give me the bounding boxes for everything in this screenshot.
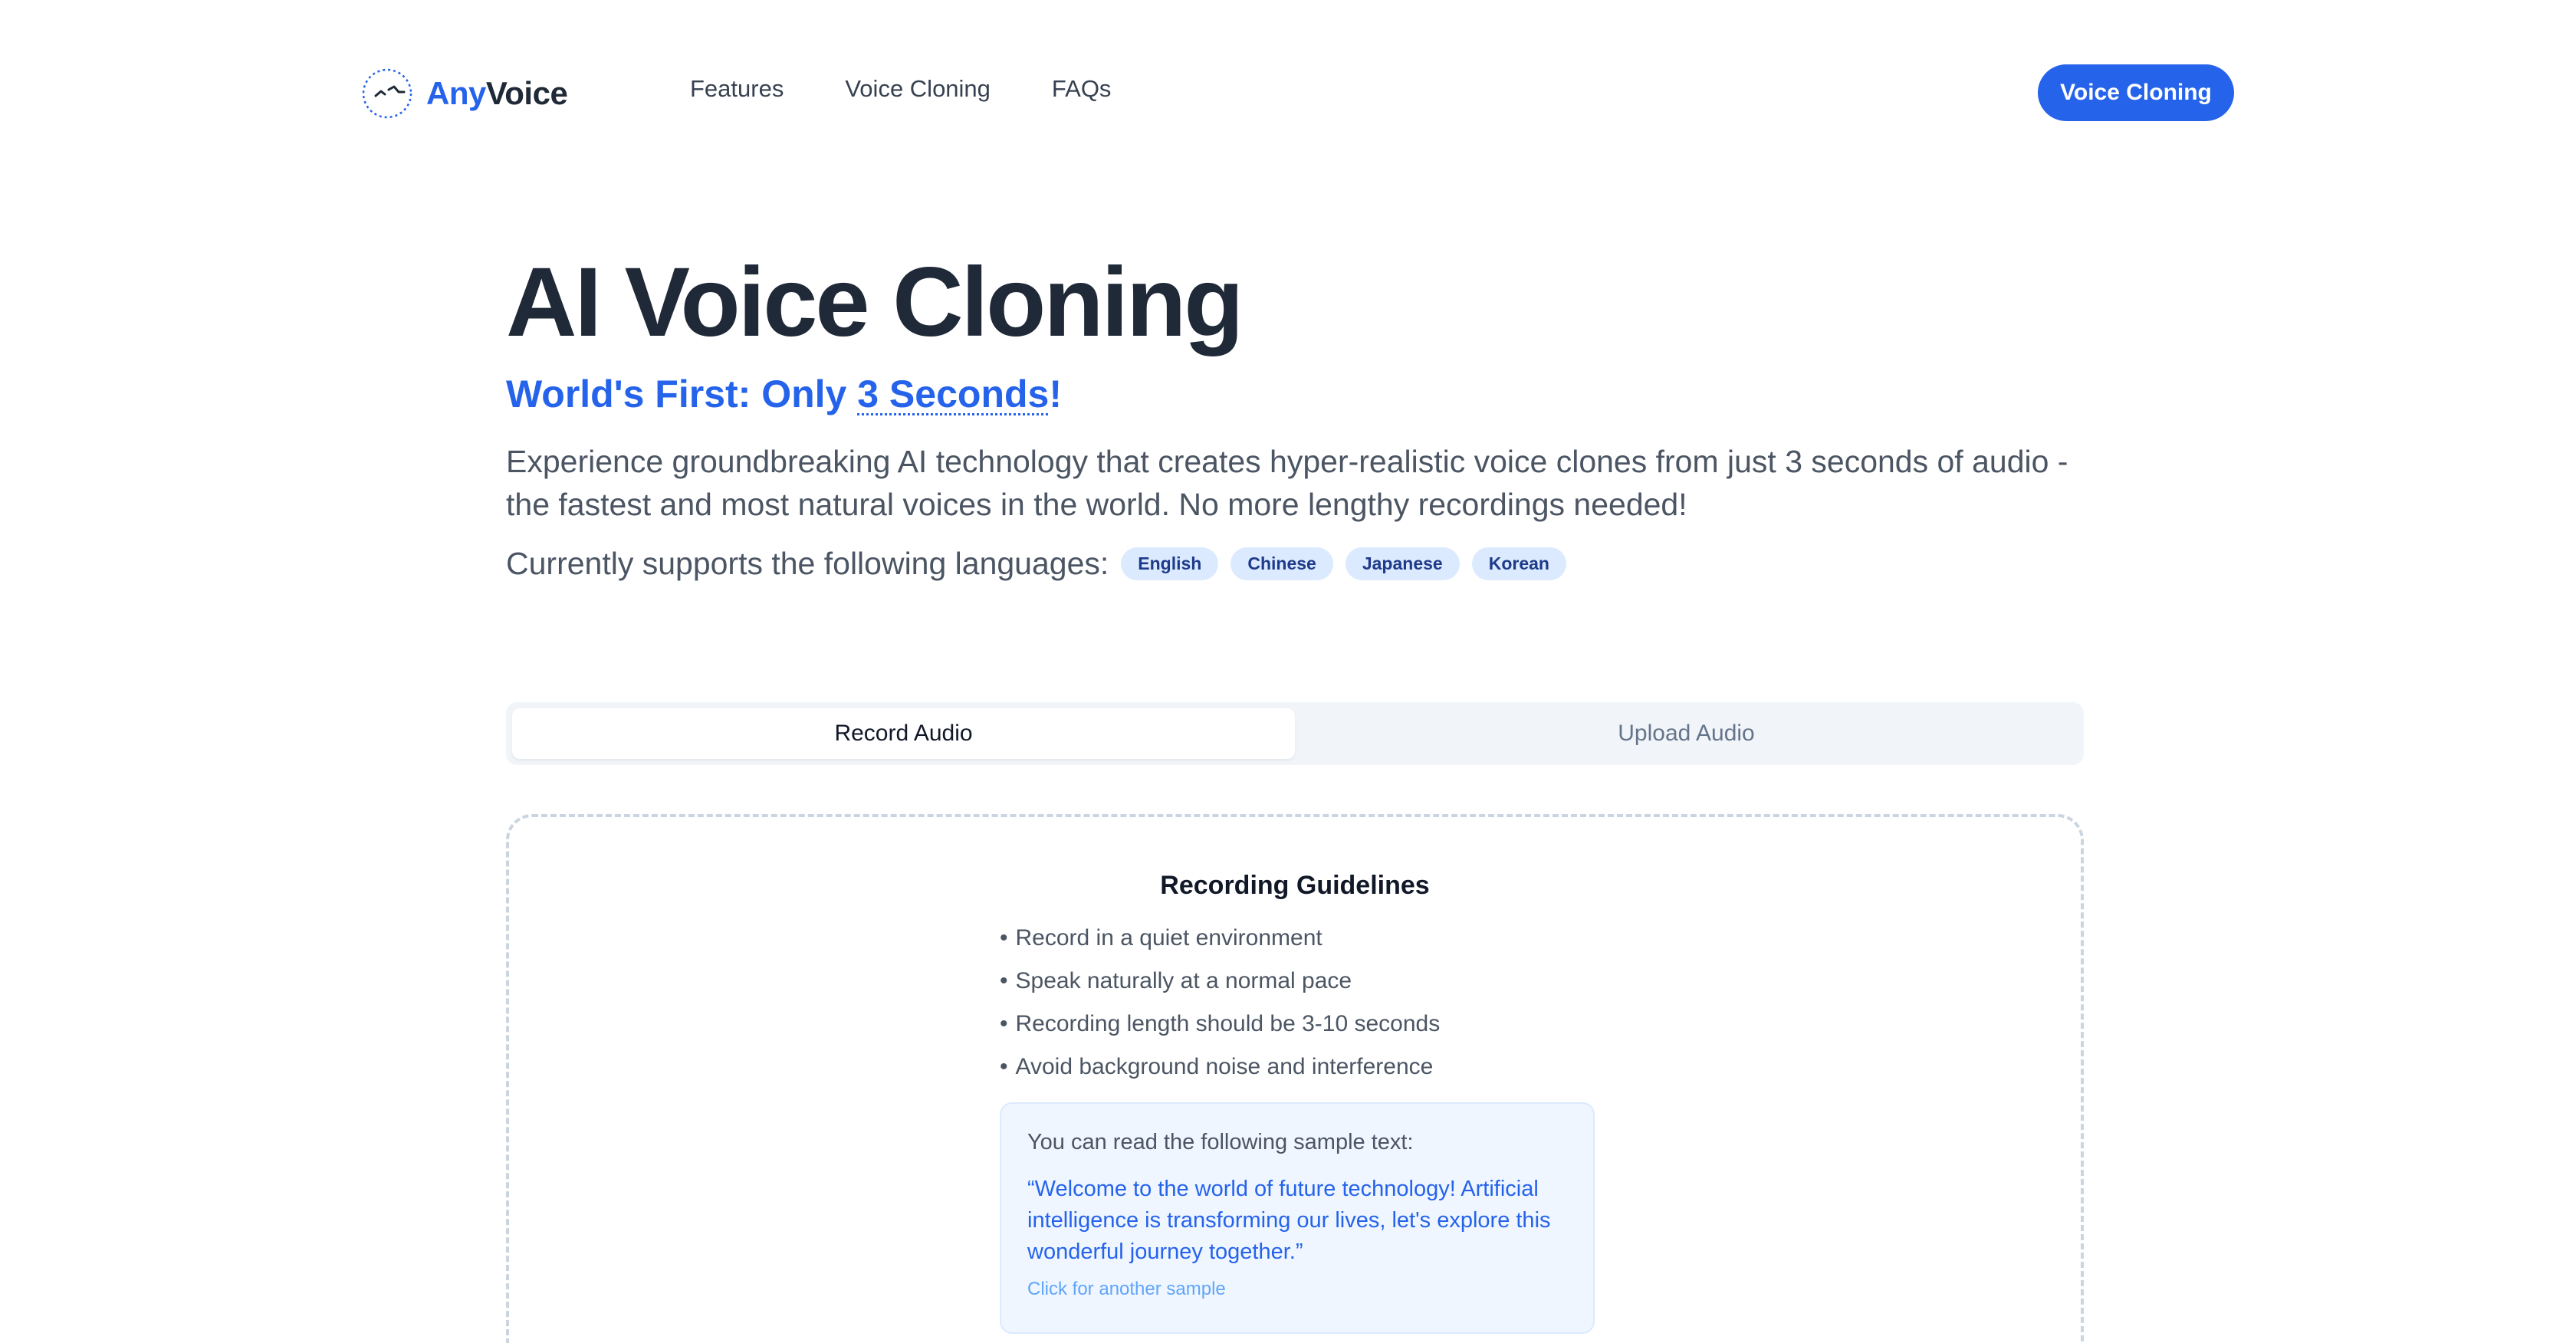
- sample-text: “Welcome to the world of future technolo…: [1027, 1177, 1551, 1264]
- recorder-card: Recording Guidelines Record in a quiet e…: [506, 814, 2084, 1343]
- guidelines-title: Recording Guidelines: [1160, 871, 1430, 900]
- guideline-item: Speak naturally at a normal pace: [1000, 960, 1440, 1003]
- guideline-item: Avoid background noise and interference: [1000, 1046, 1440, 1089]
- tab-record-audio[interactable]: Record Audio: [512, 708, 1295, 759]
- language-tag-chinese: Chinese: [1230, 547, 1333, 580]
- sample-text-box: You can read the following sample text: …: [1000, 1102, 1595, 1334]
- hero-section: AI Voice Cloning World's First: Only 3 S…: [506, 245, 2085, 582]
- subtitle-suffix: !: [1049, 373, 1062, 415]
- hero-description: Experience groundbreaking AI technology …: [506, 444, 2068, 522]
- language-tag-korean: Korean: [1471, 547, 1566, 580]
- hero-subtitle: World's First: Only 3 Seconds!: [506, 369, 2085, 419]
- nav-link-features[interactable]: Features: [690, 75, 784, 103]
- guidelines-list: Record in a quiet environment Speak natu…: [1000, 917, 1441, 1089]
- page-title: AI Voice Cloning: [506, 248, 1244, 357]
- languages-label: Currently supports the following languag…: [506, 546, 1109, 581]
- languages-row: Currently supports the following languag…: [506, 546, 2085, 582]
- guideline-item: Record in a quiet environment: [1000, 917, 1440, 960]
- nav-link-voice-cloning[interactable]: Voice Cloning: [845, 75, 991, 103]
- voice-cloning-button[interactable]: Voice Cloning: [2038, 64, 2234, 121]
- main-nav: Features Voice Cloning FAQs: [690, 75, 1111, 103]
- site-header: AnyVoice Features Voice Cloning FAQs Voi…: [0, 0, 2576, 184]
- language-tag-english: English: [1121, 547, 1219, 580]
- logo-text-any: Any: [426, 75, 486, 111]
- audio-source-tabs: Record Audio Upload Audio: [506, 702, 2084, 765]
- page: AnyVoice Features Voice Cloning FAQs Voi…: [0, 0, 2576, 1343]
- logo-text-voice: Voice: [485, 75, 568, 111]
- sample-label: You can read the following sample text:: [1027, 1130, 1414, 1154]
- logo-text: AnyVoice: [426, 75, 568, 112]
- another-sample-link[interactable]: Click for another sample: [1027, 1279, 1567, 1300]
- tab-upload-audio[interactable]: Upload Audio: [1295, 708, 2078, 759]
- subtitle-highlight: 3 Seconds: [857, 373, 1050, 415]
- guideline-item: Recording length should be 3-10 seconds: [1000, 1003, 1441, 1046]
- subtitle-prefix: World's First: Only: [506, 373, 858, 415]
- nav-link-faqs[interactable]: FAQs: [1052, 75, 1112, 103]
- recording-guidelines: Recording Guidelines Record in a quiet e…: [509, 871, 2081, 1079]
- logo[interactable]: AnyVoice: [360, 66, 568, 121]
- language-tag-japanese: Japanese: [1345, 547, 1460, 580]
- clock-wave-icon: [362, 68, 412, 119]
